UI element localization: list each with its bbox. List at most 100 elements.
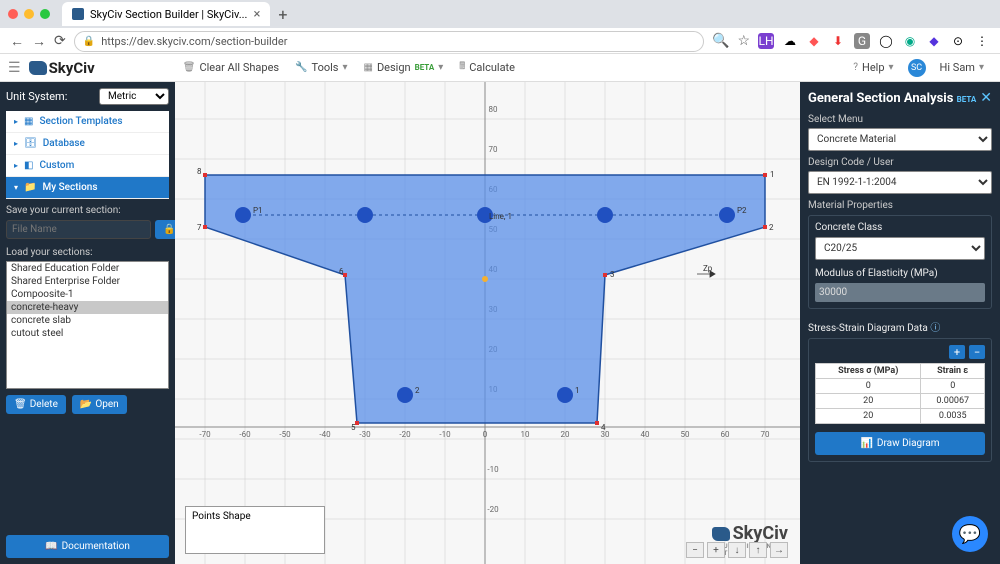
list-item[interactable]: cutout steel — [7, 327, 168, 340]
svg-text:-20: -20 — [399, 430, 411, 439]
list-item[interactable]: Shared Enterprise Folder — [7, 275, 168, 288]
modulus-input — [815, 283, 985, 302]
trash-icon: 🗑 — [14, 399, 27, 410]
pan-up-icon[interactable]: ↑ — [749, 542, 767, 558]
remove-row-button[interactable]: − — [969, 345, 985, 359]
svg-text:70: 70 — [761, 430, 770, 439]
right-panel: General Section Analysis BETA ✕ Select M… — [800, 82, 1000, 564]
ext-icon[interactable]: ◆ — [926, 33, 942, 49]
zoom-out-icon[interactable]: − — [686, 542, 704, 558]
section-list[interactable]: Shared Education Folder Shared Enterpris… — [6, 261, 169, 389]
ext-icon[interactable]: ⊙ — [950, 33, 966, 49]
hamburger-icon[interactable]: ☰ — [8, 60, 21, 76]
select-menu-label: Select Menu — [808, 114, 992, 125]
close-panel-icon[interactable]: ✕ — [980, 90, 992, 106]
ext-icon[interactable]: G — [854, 33, 870, 49]
ext-icon[interactable]: ◆ — [806, 33, 822, 49]
trash-icon: 🗑 — [183, 62, 196, 73]
design-button[interactable]: ▦DesignBETA▾ — [356, 57, 452, 78]
ext-icon[interactable]: ☁ — [782, 33, 798, 49]
box-icon: ▦ — [364, 62, 373, 73]
svg-text:40: 40 — [641, 430, 650, 439]
add-row-button[interactable]: + — [949, 345, 965, 359]
delete-button[interactable]: 🗑Delete — [6, 395, 66, 414]
svg-text:5: 5 — [351, 423, 356, 432]
svg-text:-40: -40 — [319, 430, 331, 439]
shape-info-overlay: Points Shape — [185, 506, 325, 554]
concrete-class-select[interactable]: C20/25 — [815, 237, 985, 260]
svg-text:60: 60 — [721, 430, 730, 439]
svg-text:Line, 1: Line, 1 — [489, 212, 512, 221]
new-tab-button[interactable]: + — [278, 5, 287, 24]
chevron-down-icon: ▾ — [889, 62, 894, 73]
folder-icon: 📂 — [80, 399, 92, 410]
documentation-button[interactable]: 📖Documentation — [6, 535, 169, 558]
ext-icon[interactable]: ⬇ — [830, 33, 846, 49]
chevron-right-icon: ▸ — [14, 139, 18, 148]
list-item[interactable]: Shared Education Folder — [7, 262, 168, 275]
draw-diagram-button[interactable]: 📊Draw Diagram — [815, 432, 985, 455]
svg-text:10: 10 — [521, 430, 530, 439]
close-window-icon[interactable] — [8, 9, 18, 19]
shapes-icon: ◧ — [24, 160, 33, 171]
logo-icon — [712, 527, 730, 541]
unit-select[interactable]: Metric — [99, 88, 169, 105]
ext-icon[interactable]: LH — [758, 33, 774, 49]
tab-title: SkyCiv Section Builder | SkyCiv... — [90, 8, 247, 21]
window-controls[interactable] — [8, 9, 50, 19]
close-tab-icon[interactable]: × — [253, 7, 260, 22]
search-icon[interactable]: 🔍 — [712, 33, 729, 49]
browser-tab[interactable]: SkyCiv Section Builder | SkyCiv... × — [62, 2, 270, 26]
filename-input[interactable] — [6, 220, 151, 239]
accordion-templates[interactable]: ▸▦Section Templates — [6, 111, 169, 133]
chat-button[interactable]: 💬 — [952, 516, 988, 552]
maximize-window-icon[interactable] — [40, 9, 50, 19]
help-button[interactable]: ?Help▾ — [845, 57, 901, 78]
reload-icon[interactable]: ⟳ — [54, 33, 66, 49]
save-label: Save your current section: — [6, 205, 169, 216]
canvas[interactable]: -70-60-50-40-30-20-10010203040506070 807… — [175, 82, 800, 564]
info-icon[interactable]: ⓘ — [930, 323, 940, 334]
menu-icon[interactable]: ⋮ — [974, 33, 990, 49]
logo[interactable]: SkyCiv — [29, 59, 95, 77]
accordion-mysections[interactable]: ▾📁My Sections — [6, 177, 169, 199]
logo-icon — [29, 61, 47, 75]
stress-strain-box: + − Stress σ (MPa)Strain ε 00 200.00067 … — [808, 338, 992, 462]
select-menu[interactable]: Concrete Material — [808, 128, 992, 151]
accordion-custom[interactable]: ▸◧Custom — [6, 155, 169, 177]
svg-text:2: 2 — [769, 223, 774, 232]
ext-icon[interactable]: ◉ — [902, 33, 918, 49]
design-code-select[interactable]: EN 1992-1-1:2004 — [808, 171, 992, 194]
svg-text:7: 7 — [197, 223, 202, 232]
url-text: https://dev.skyciv.com/section-builder — [101, 35, 287, 48]
svg-text:80: 80 — [489, 105, 498, 114]
zoom-in-icon[interactable]: + — [707, 542, 725, 558]
pan-down-icon[interactable]: ↓ — [728, 542, 746, 558]
tools-button[interactable]: 🔧Tools▾ — [287, 57, 355, 78]
accordion-database[interactable]: ▸🗄Database — [6, 133, 169, 155]
open-button[interactable]: 📂Open — [72, 395, 127, 414]
calculator-icon: 🖩 — [459, 59, 465, 76]
svg-text:0: 0 — [483, 430, 488, 439]
list-item[interactable]: Compoosite-1 — [7, 288, 168, 301]
back-icon[interactable]: ← — [10, 33, 24, 50]
favicon-icon — [72, 8, 84, 20]
main: Unit System: Metric ▸▦Section Templates … — [0, 82, 1000, 564]
concrete-class-label: Concrete Class — [815, 222, 985, 233]
chevron-right-icon: ▸ — [14, 117, 18, 126]
calculate-button[interactable]: 🖩Calculate — [451, 55, 523, 80]
clear-shapes-button[interactable]: 🗑Clear All Shapes — [175, 57, 287, 78]
url-bar[interactable]: 🔒 https://dev.skyciv.com/section-builder — [74, 31, 704, 52]
user-avatar[interactable]: SC — [908, 59, 926, 77]
app-toolbar: ☰ SkyCiv 🗑Clear All Shapes 🔧Tools▾ ▦Desi… — [0, 54, 1000, 82]
list-item[interactable]: concrete slab — [7, 314, 168, 327]
pan-right-icon[interactable]: → — [770, 542, 788, 558]
star-icon[interactable]: ☆ — [737, 33, 750, 49]
ext-icon[interactable]: ◯ — [878, 33, 894, 49]
list-item[interactable]: concrete-heavy — [7, 301, 168, 314]
material-properties-box: Concrete Class C20/25 Modulus of Elastic… — [808, 215, 992, 309]
forward-icon[interactable]: → — [32, 33, 46, 50]
svg-text:P1: P1 — [253, 206, 263, 215]
minimize-window-icon[interactable] — [24, 9, 34, 19]
user-menu[interactable]: Hi Sam▾ — [932, 57, 992, 78]
